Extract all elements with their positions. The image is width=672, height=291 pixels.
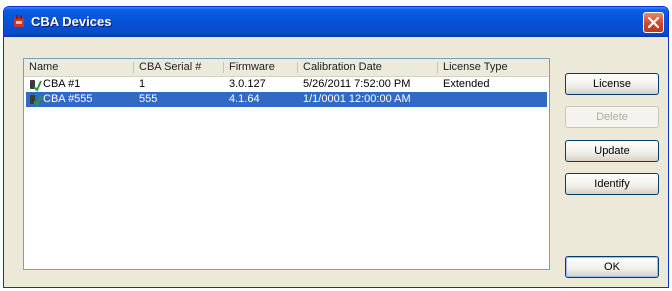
license-button[interactable]: License — [565, 73, 659, 95]
cell-serial: 1 — [139, 78, 146, 90]
close-icon — [648, 17, 659, 28]
cell-name: CBA #1 — [43, 78, 81, 90]
column-header-calibration-date[interactable]: Calibration Date — [298, 59, 438, 76]
cell-calibration-date: 5/26/2011 7:52:00 PM — [303, 78, 411, 90]
column-header-firmware[interactable]: Firmware — [224, 59, 298, 76]
window-title: CBA Devices — [31, 14, 112, 29]
cba-devices-dialog: CBA Devices Name CBA Serial # Firmware C… — [3, 6, 669, 288]
column-header-serial[interactable]: CBA Serial # — [134, 59, 224, 76]
device-list[interactable]: Name CBA Serial # Firmware Calibration D… — [23, 58, 550, 270]
cba-device-icon — [14, 15, 24, 27]
cell-calibration-date: 1/1/0001 12:00:00 AM — [303, 93, 411, 105]
list-header: Name CBA Serial # Firmware Calibration D… — [24, 59, 549, 77]
update-button[interactable]: Update — [565, 140, 659, 162]
cell-serial: 555 — [139, 93, 158, 105]
device-connected-icon — [30, 95, 42, 107]
device-connected-icon — [30, 80, 42, 92]
cell-name: CBA #555 — [43, 93, 93, 105]
cell-firmware: 4.1.64 — [229, 93, 260, 105]
delete-button[interactable]: Delete — [565, 106, 659, 128]
close-button[interactable] — [643, 12, 664, 33]
column-header-name[interactable]: Name — [24, 59, 134, 76]
identify-button[interactable]: Identify — [565, 173, 659, 195]
cell-license-type: Extended — [443, 78, 490, 90]
column-header-license-type[interactable]: License Type — [438, 59, 549, 76]
table-row[interactable]: CBA #555 555 4.1.64 1/1/0001 12:00:00 AM — [26, 92, 547, 107]
ok-button[interactable]: OK — [565, 256, 659, 278]
table-row[interactable]: CBA #1 1 3.0.127 5/26/2011 7:52:00 PM Ex… — [26, 77, 547, 92]
cell-firmware: 3.0.127 — [229, 78, 266, 90]
title-bar[interactable]: CBA Devices — [4, 7, 668, 37]
